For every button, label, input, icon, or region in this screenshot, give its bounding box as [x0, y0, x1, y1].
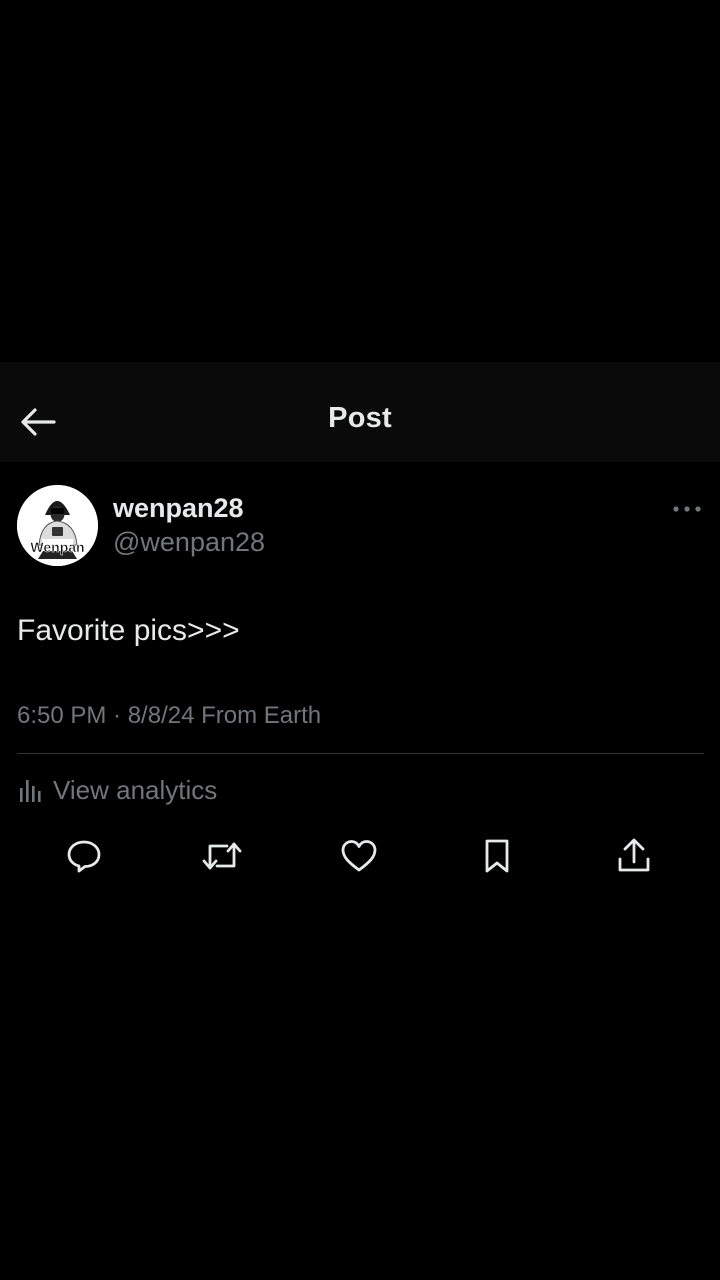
heart-icon — [341, 840, 377, 872]
repost-icon — [202, 842, 242, 870]
reply-icon — [67, 840, 101, 873]
author-handle[interactable]: @wenpan28 — [113, 527, 265, 558]
repost-button[interactable] — [200, 834, 244, 878]
page-title: Post — [328, 402, 392, 434]
avatar-image: Wenpan — [17, 485, 98, 566]
post-screen: Post Wenpan wenpan28 @wenpan28 Favorite … — [0, 0, 720, 1280]
top-app-bar: Post — [0, 362, 720, 462]
author-display-name[interactable]: wenpan28 — [113, 493, 244, 524]
bookmark-icon — [485, 839, 509, 873]
like-button[interactable] — [337, 834, 381, 878]
share-button[interactable] — [612, 834, 656, 878]
post-timestamp: 6:50 PM · 8/8/24 From Earth — [17, 702, 322, 729]
bar-chart-icon — [20, 780, 41, 802]
more-options-button[interactable] — [668, 498, 706, 520]
view-analytics-button[interactable]: View analytics — [17, 770, 217, 810]
share-icon — [618, 838, 650, 872]
svg-text:Wenpan: Wenpan — [30, 539, 84, 555]
avatar[interactable]: Wenpan — [17, 485, 98, 566]
view-analytics-label: View analytics — [53, 774, 218, 805]
empty-area — [0, 0, 720, 362]
bookmark-button[interactable] — [475, 834, 519, 878]
reply-button[interactable] — [62, 834, 106, 878]
action-bar — [0, 834, 720, 878]
divider — [17, 753, 704, 754]
more-horizontal-icon — [673, 506, 701, 512]
post-text: Favorite pics>>> — [17, 614, 240, 647]
